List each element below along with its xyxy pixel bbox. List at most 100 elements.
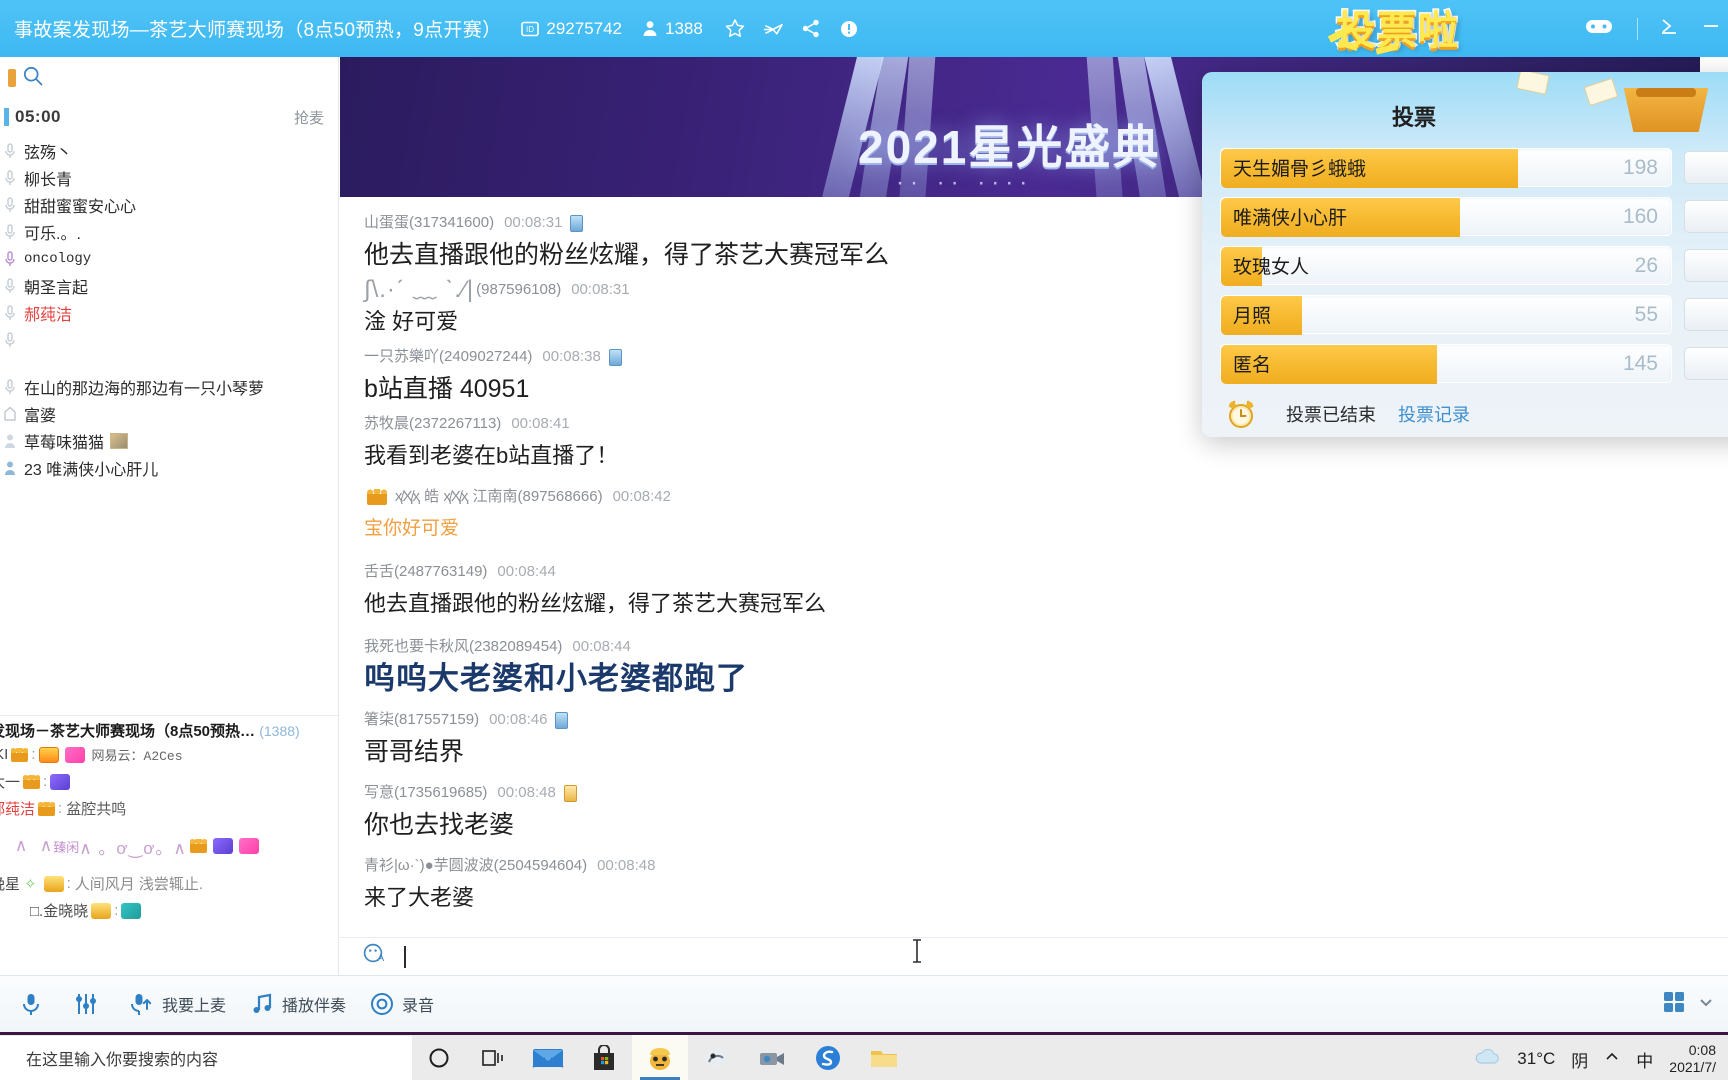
list-item[interactable]: oncology [0,245,338,272]
chat-text: 来了大老婆 [364,885,475,910]
vote-button[interactable] [1684,347,1728,380]
cloud-icon[interactable] [1473,1047,1501,1072]
list-item[interactable]: 草莓味猫猫 [0,427,338,454]
bottom-item-label: 录音 [402,998,435,1015]
chat-sender[interactable]: 山蛋蛋(317341600) [364,211,494,235]
list-item[interactable]: 可乐.。. [0,218,338,245]
chat-sender[interactable]: 舌舌(2487763149) [364,560,487,584]
chevron-up-icon[interactable] [1604,1049,1620,1069]
star-icon[interactable] [725,19,745,39]
weather-description[interactable]: 阴 [1571,1047,1588,1072]
chat-sender[interactable]: 写意(1735619685) [364,781,487,805]
vote-option-row[interactable]: 匿名 145 [1220,344,1728,384]
chat-message-meta: 写意(1735619685) 00:08:48 [364,781,1704,805]
sidebar-room-chat: 发现场－茶艺大师赛现场（8点50预热… (1388) IKI : 网易云：A2C… [0,715,338,975]
vote-record-link[interactable]: 投票记录 [1398,401,1470,427]
chat-sender[interactable]: 一只苏樂吖(2409027244) [364,345,532,369]
microphone-slot-icon [3,196,17,213]
close-icon[interactable] [1700,16,1722,41]
list-item[interactable]: 在山的那边海的那边有一只小琴萝 [0,373,338,400]
user-badge-icon [110,432,129,449]
play-accompaniment-button[interactable]: 播放伴奏 [240,984,356,1024]
chat-text: 呜呜大老婆和小老婆都跑了 [364,661,748,696]
microphone-slot-icon [3,169,17,186]
taskbar-clock[interactable]: 0:08 2021/7/ [1669,1042,1716,1076]
mail-icon[interactable] [520,1035,576,1080]
chat-sender[interactable]: 苏牧晨(2372267113) [364,412,501,436]
chevron-down-icon[interactable] [1698,994,1714,1015]
list-item[interactable] [0,326,338,353]
chat-input-bar[interactable]: A [340,937,1728,975]
report-icon[interactable] [839,19,859,39]
crown-icon [23,774,41,789]
list-item-label: 郝莼洁 [24,306,73,324]
list-item[interactable]: ∧ ∧ ∧ 臻闲 ∧ 。ơ‿ơ。∧ [0,822,338,870]
emoji-face-icon[interactable]: A [362,942,386,971]
list-item[interactable]: 富婆 [0,400,338,427]
online-count-chip: 1388 [642,19,703,39]
chat-time: 00:08:31 [571,281,630,298]
chat-input[interactable] [406,946,1706,967]
list-item[interactable]: 弦殇丶 [0,137,338,164]
go-on-mic-button[interactable]: 我要上麦 [120,984,236,1024]
gamepad-icon[interactable] [1585,16,1613,41]
yy-app-icon[interactable] [632,1035,688,1080]
vote-button[interactable] [1684,298,1728,331]
equalizer-button[interactable] [64,984,116,1024]
crown-icon [189,839,207,853]
chat-sender[interactable]: 我死也要卡秋风(2382089454) [364,635,562,659]
sidebar-msg-text: 网易云：A2Ces [91,749,183,764]
microphone-slot-icon [3,223,17,240]
vote-option-row[interactable]: 天生媚骨彡蛾蛾 198 [1220,148,1728,188]
record-button[interactable]: 录音 [360,984,444,1024]
list-item[interactable]: 23 唯满侠小心肝儿 [0,454,338,481]
search-icon[interactable] [22,65,44,92]
microsoft-store-icon[interactable] [576,1035,632,1080]
list-item[interactable]: 郝莼洁 : 盆腔共鸣 [0,795,338,822]
file-explorer-icon[interactable] [856,1035,912,1080]
crown-icon [367,489,387,505]
sogou-browser-icon[interactable] [800,1035,856,1080]
ascii-art-decoration: ∧ 。ơ‿ơ。∧ [79,838,187,858]
microphone-button[interactable] [10,984,60,1024]
media-app-icon[interactable] [688,1035,744,1080]
vote-button[interactable] [1684,151,1728,184]
vote-option-row[interactable]: 月照 55 [1220,295,1728,335]
camera-recorder-icon[interactable] [744,1035,800,1080]
list-item[interactable]: 甜甜蜜蜜安心心 [0,191,338,218]
share-icon[interactable] [801,19,821,39]
online-count-value: 1388 [665,18,703,38]
chat-message-meta: 舌舌(2487763149) 00:08:44 [364,560,1704,584]
platform-phone-icon [563,784,577,802]
list-item[interactable]: 郝莼洁 [0,299,338,326]
grab-mic-button[interactable]: 抢麦 [294,107,324,128]
taskbar-search-box[interactable]: 在这里输入你要搜索的内容 [0,1036,412,1080]
vote-button[interactable] [1684,249,1728,282]
cortana-circle-icon[interactable] [412,1036,466,1080]
list-item[interactable]: IKI : 网易云：A2Ces [0,741,338,768]
list-item[interactable]: □.金晓晓 : [0,897,338,924]
microphone-slot-icon [3,331,17,348]
vote-option-row[interactable]: 玫瑰女人 26 [1220,246,1728,286]
grid-layout-icon[interactable] [1662,990,1686,1019]
weather-temperature[interactable]: 31°C [1517,1049,1555,1069]
chat-sender[interactable]: ҳ̸Ҳ̸ҳ 皓 ҳ̸Ҳ̸ҳ 江南南(897568666) [395,485,603,509]
chat-sender[interactable]: 箸柒(817557159) [364,708,479,732]
chat-sender[interactable]: 青衫|ω·`)●芋圆波波(2504594604) [364,854,587,878]
task-view-icon[interactable] [466,1036,520,1080]
vote-option-count: 198 [1622,156,1658,179]
list-item[interactable]: 太一 : [0,768,338,795]
chat-sender[interactable]: (987596108) [476,278,561,302]
vote-panel[interactable]: 投票 天生媚骨彡蛾蛾 198 唯满侠小心肝 160 玫瑰女人 26 月照 55 … [1202,72,1728,437]
paper-plane-icon[interactable] [763,19,783,39]
chat-time: 00:08:46 [489,711,548,728]
vote-option-row[interactable]: 唯满侠小心肝 160 [1220,197,1728,237]
vote-option-count: 26 [1634,254,1658,277]
minimize-icon[interactable] [1658,16,1680,41]
people-icon [642,20,658,37]
vote-button[interactable] [1684,200,1728,233]
list-item[interactable]: 晚星 ✧ : 人间风月 浅尝辄止. [0,870,338,897]
ime-indicator[interactable]: 中 [1636,1047,1653,1072]
list-item[interactable]: 朝圣言起 [0,272,338,299]
list-item[interactable]: 柳长青 [0,164,338,191]
